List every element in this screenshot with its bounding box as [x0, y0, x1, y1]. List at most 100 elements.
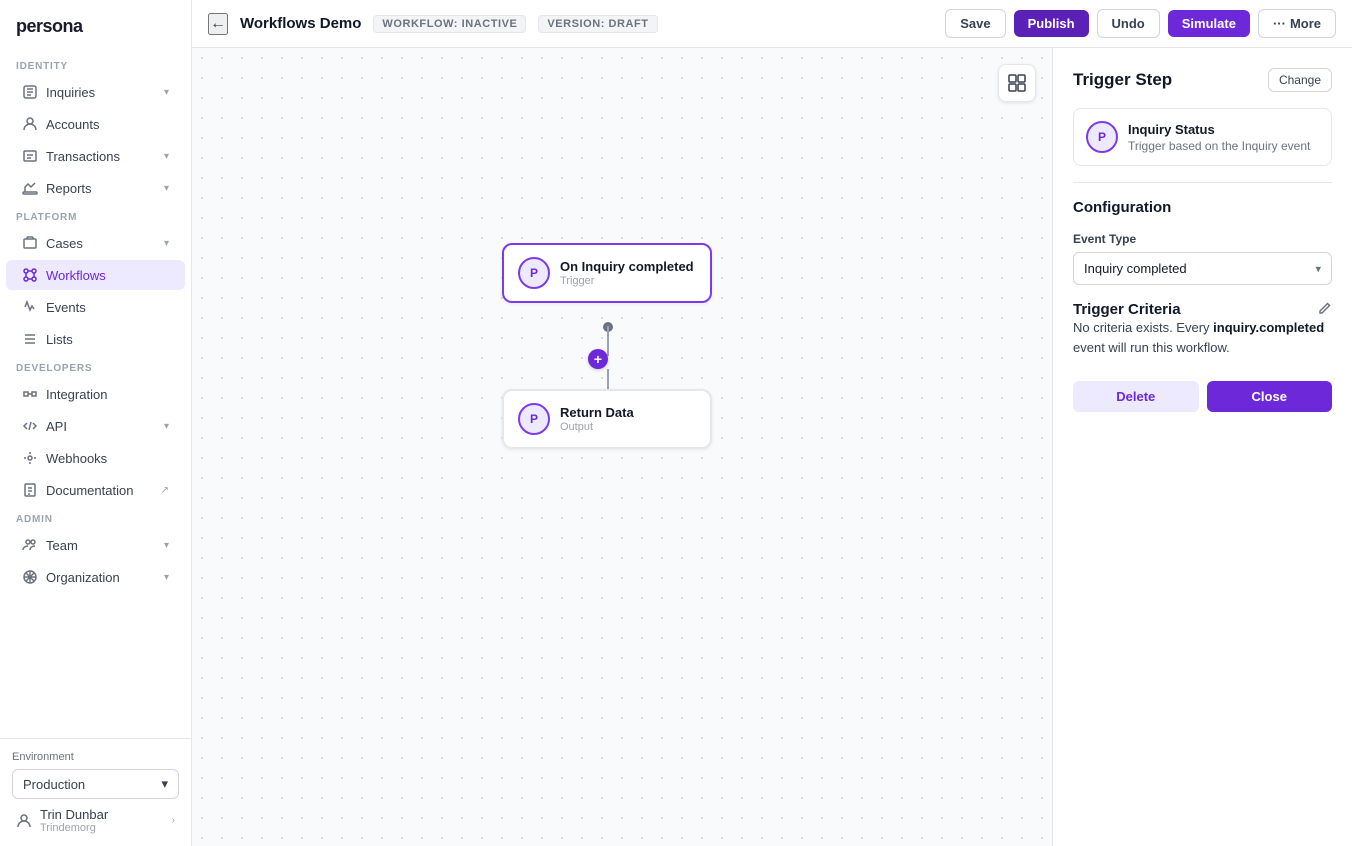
user-chevron: › — [172, 815, 175, 826]
configuration-title: Configuration — [1073, 199, 1332, 216]
criteria-title: Trigger Criteria — [1073, 301, 1181, 318]
more-label: More — [1290, 16, 1321, 31]
criteria-edit-icon[interactable] — [1318, 301, 1332, 318]
documentation-icon — [22, 482, 38, 498]
inquiries-chevron: ▾ — [164, 87, 169, 98]
trigger-card-icon: P — [1086, 121, 1118, 153]
environment-value: Production — [23, 777, 85, 792]
back-button[interactable]: ← — [208, 13, 228, 35]
user-icon — [16, 813, 32, 829]
user-org: Trindemorg — [40, 822, 164, 834]
team-label: Team — [46, 538, 78, 553]
trigger-criteria-section: Trigger Criteria No criteria exists. Eve… — [1073, 301, 1332, 357]
api-label: API — [46, 419, 67, 434]
add-step-button[interactable]: + — [588, 349, 608, 369]
more-button[interactable]: ··· More — [1258, 9, 1336, 38]
sidebar: persona IDENTITY Inquiries ▾ Accounts Tr… — [0, 0, 192, 846]
sidebar-item-reports[interactable]: Reports ▾ — [6, 173, 185, 203]
webhooks-icon — [22, 450, 38, 466]
workflow-canvas[interactable]: P On Inquiry completed Trigger + P Retur… — [192, 48, 1052, 846]
trigger-node-content: On Inquiry completed Trigger — [560, 259, 694, 287]
cases-label: Cases — [46, 236, 83, 251]
save-button[interactable]: Save — [945, 9, 1005, 38]
sidebar-item-inquiries[interactable]: Inquiries ▾ — [6, 77, 185, 107]
event-type-select-wrapper: Inquiry completed ▾ — [1073, 252, 1332, 285]
criteria-text-after: event will run this workflow. — [1073, 340, 1230, 355]
integration-label: Integration — [46, 387, 107, 402]
output-node[interactable]: P Return Data Output — [502, 389, 712, 449]
output-node-content: Return Data Output — [560, 405, 634, 433]
sidebar-item-cases[interactable]: Cases ▾ — [6, 228, 185, 258]
accounts-icon — [22, 116, 38, 132]
delete-button[interactable]: Delete — [1073, 381, 1199, 412]
layout-icon — [1007, 73, 1027, 93]
sidebar-bottom: Environment Production ▾ Trin Dunbar Tri… — [0, 738, 191, 846]
team-chevron: ▾ — [164, 540, 169, 551]
workflow-title: Workflows Demo — [240, 15, 361, 32]
trigger-name: Inquiry Status — [1128, 122, 1310, 137]
trigger-node-subtitle: Trigger — [560, 275, 694, 287]
sidebar-item-transactions[interactable]: Transactions ▾ — [6, 141, 185, 171]
inquiries-label: Inquiries — [46, 85, 95, 100]
connector-line — [607, 326, 609, 356]
environment-label: Environment — [12, 751, 179, 763]
user-profile[interactable]: Trin Dunbar Trindemorg › — [12, 799, 179, 834]
output-node-icon: P — [518, 403, 550, 435]
sidebar-item-workflows[interactable]: Workflows — [6, 260, 185, 290]
sidebar-item-lists[interactable]: Lists — [6, 324, 185, 354]
api-chevron: ▾ — [164, 421, 169, 432]
sidebar-item-events[interactable]: Events — [6, 292, 185, 322]
sidebar-item-team[interactable]: Team ▾ — [6, 530, 185, 560]
api-icon — [22, 418, 38, 434]
admin-section-label: ADMIN — [0, 506, 191, 529]
sidebar-item-organization[interactable]: Organization ▾ — [6, 562, 185, 592]
external-link-icon: ↗ — [161, 485, 169, 496]
sidebar-item-webhooks[interactable]: Webhooks — [6, 443, 185, 473]
sidebar-item-api[interactable]: API ▾ — [6, 411, 185, 441]
transactions-chevron: ▾ — [164, 151, 169, 162]
close-button[interactable]: Close — [1207, 381, 1333, 412]
sidebar-item-documentation[interactable]: Documentation ↗ — [6, 475, 185, 505]
output-node-subtitle: Output — [560, 421, 634, 433]
integration-icon — [22, 386, 38, 402]
criteria-header: Trigger Criteria — [1073, 301, 1332, 318]
trigger-node[interactable]: P On Inquiry completed Trigger — [502, 243, 712, 303]
sidebar-item-accounts[interactable]: Accounts — [6, 109, 185, 139]
user-name: Trin Dunbar — [40, 807, 164, 822]
documentation-label: Documentation — [46, 483, 133, 498]
canvas-controls[interactable] — [998, 64, 1036, 102]
event-type-field: Event Type Inquiry completed ▾ — [1073, 232, 1332, 285]
organization-chevron: ▾ — [164, 572, 169, 583]
panel-actions: Delete Close — [1073, 381, 1332, 412]
change-button[interactable]: Change — [1268, 68, 1332, 92]
workflow-status-badge: WORKFLOW: INACTIVE — [373, 15, 526, 33]
app-logo: persona — [0, 0, 191, 53]
criteria-text-before: No criteria exists. Every — [1073, 320, 1213, 335]
environment-select[interactable]: Production ▾ — [12, 769, 179, 799]
event-type-select[interactable]: Inquiry completed — [1074, 253, 1331, 284]
events-label: Events — [46, 300, 86, 315]
connector-line-2 — [607, 369, 609, 389]
transactions-label: Transactions — [46, 149, 120, 164]
panel-divider-1 — [1073, 182, 1332, 183]
developers-section-label: DEVELOPERS — [0, 355, 191, 378]
more-dots-icon: ··· — [1273, 16, 1286, 31]
cases-icon — [22, 235, 38, 251]
trigger-node-title: On Inquiry completed — [560, 259, 694, 274]
workflows-icon — [22, 267, 38, 283]
webhooks-label: Webhooks — [46, 451, 107, 466]
undo-button[interactable]: Undo — [1097, 9, 1160, 38]
transactions-icon — [22, 148, 38, 164]
sidebar-item-integration[interactable]: Integration — [6, 379, 185, 409]
reports-icon — [22, 180, 38, 196]
team-icon — [22, 537, 38, 553]
version-status-badge: VERSION: DRAFT — [538, 15, 657, 33]
reports-chevron: ▾ — [164, 183, 169, 194]
accounts-label: Accounts — [46, 117, 99, 132]
publish-button[interactable]: Publish — [1014, 10, 1089, 37]
trigger-node-icon: P — [518, 257, 550, 289]
platform-section-label: PLATFORM — [0, 204, 191, 227]
main-content: ← Workflows Demo WORKFLOW: INACTIVE VERS… — [192, 0, 1352, 846]
reports-label: Reports — [46, 181, 92, 196]
simulate-button[interactable]: Simulate — [1168, 10, 1250, 37]
